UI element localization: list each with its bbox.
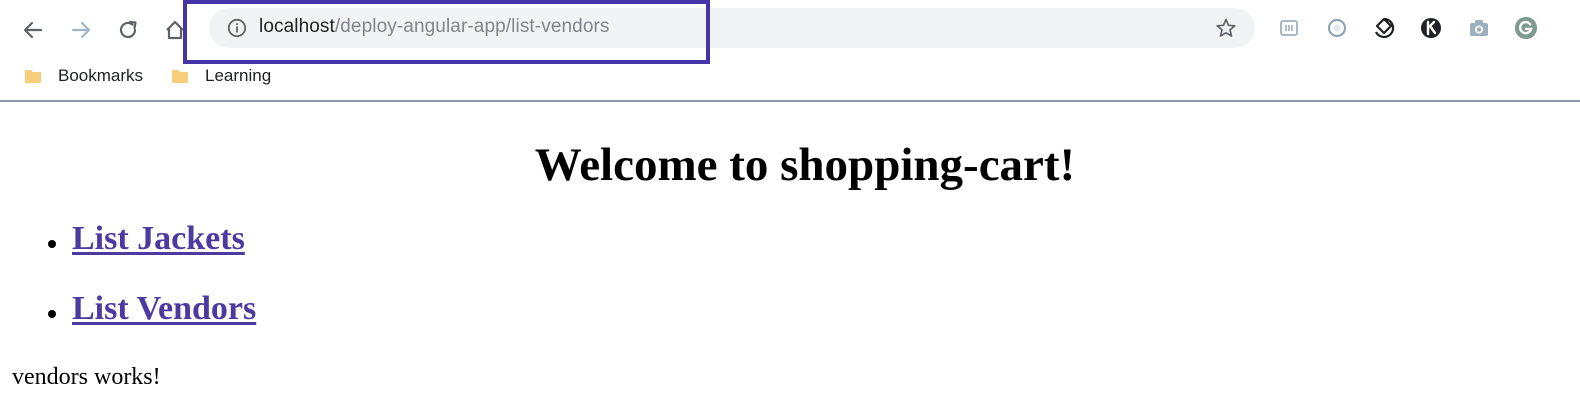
back-button[interactable] xyxy=(16,13,50,47)
camera-icon[interactable] xyxy=(1467,16,1491,40)
reload-icon xyxy=(119,20,137,39)
reload-button[interactable] xyxy=(111,13,145,47)
bullet-icon xyxy=(48,310,56,318)
page-content: Welcome to shopping-cart! List Jackets L… xyxy=(0,102,1580,418)
list-jackets-link[interactable]: List Jackets xyxy=(72,220,245,258)
bookmark-folder-bookmarks[interactable]: Bookmarks xyxy=(24,64,143,88)
vendors-status-text: vendors works! xyxy=(12,364,161,390)
extension-icon[interactable] xyxy=(1419,16,1443,40)
folder-icon xyxy=(172,70,188,83)
folder-icon xyxy=(25,70,41,83)
bookmarks-bar: Bookmarks Learning xyxy=(0,62,1580,88)
page-title: Welcome to shopping-cart! xyxy=(534,139,1076,191)
arrow-right-icon xyxy=(71,21,91,39)
extension-icon[interactable] xyxy=(1372,16,1396,40)
bookmark-label: Learning xyxy=(205,66,272,85)
extension-icon[interactable] xyxy=(1277,16,1301,40)
profile-avatar[interactable] xyxy=(1514,16,1538,40)
extension-icon[interactable] xyxy=(1325,16,1349,40)
arrow-left-icon xyxy=(23,21,43,39)
bookmark-folder-learning[interactable]: Learning xyxy=(171,64,271,88)
bullet-icon xyxy=(48,240,56,248)
address-bar-highlight xyxy=(183,0,710,64)
bookmark-label: Bookmarks xyxy=(58,66,144,85)
list-vendors-link[interactable]: List Vendors xyxy=(72,290,256,328)
browser-chrome: localhost/deploy-angular-app/list-vendor… xyxy=(0,0,1580,102)
star-icon[interactable] xyxy=(1215,17,1237,39)
forward-button[interactable] xyxy=(64,13,98,47)
